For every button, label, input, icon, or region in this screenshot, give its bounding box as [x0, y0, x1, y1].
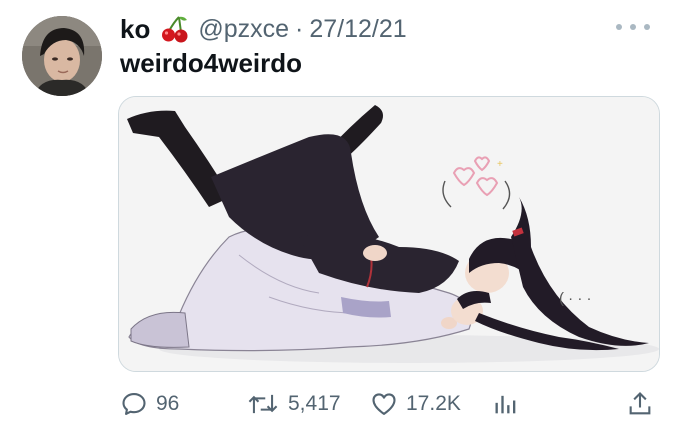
illustration: + ( · · · — [119, 97, 659, 371]
retweet-icon — [248, 394, 278, 414]
retweet-count: 5,417 — [288, 392, 341, 415]
like-button[interactable]: 17.2K — [370, 386, 461, 422]
analytics-icon — [495, 395, 516, 414]
tweet-date[interactable]: 27/12/21 — [309, 15, 406, 44]
reply-button[interactable]: 96 — [120, 386, 179, 422]
separator-dot: · — [295, 14, 304, 43]
avatar[interactable] — [22, 16, 102, 96]
heart-icon — [372, 393, 396, 415]
tweet[interactable]: ko @pzxce · 27/12/21 weirdo4weirdo + (·… — [0, 0, 680, 424]
share-button[interactable] — [626, 386, 654, 422]
doodle-text: ( · · · — [559, 290, 591, 307]
tweet-header: ko @pzxce · 27/12/21 — [120, 12, 407, 46]
author-display-name[interactable]: ko — [120, 14, 150, 45]
svg-text:+: + — [497, 159, 503, 170]
cherries-emoji-icon — [160, 14, 190, 44]
tweet-actions: 96 5,417 17.2K — [120, 386, 660, 422]
share-icon — [629, 392, 651, 415]
reply-count: 96 — [156, 392, 180, 415]
author-handle[interactable]: @pzxce — [198, 15, 289, 44]
tweet-text: weirdo4weirdo — [120, 48, 303, 78]
more-options-icon[interactable] — [616, 17, 650, 37]
like-count: 17.2K — [406, 392, 461, 415]
avatar-image — [22, 16, 102, 96]
reply-icon — [122, 393, 146, 415]
analytics-button[interactable] — [492, 386, 520, 422]
tweet-media-image[interactable]: + ( · · · — [118, 96, 660, 372]
retweet-button[interactable]: 5,417 — [246, 386, 341, 422]
